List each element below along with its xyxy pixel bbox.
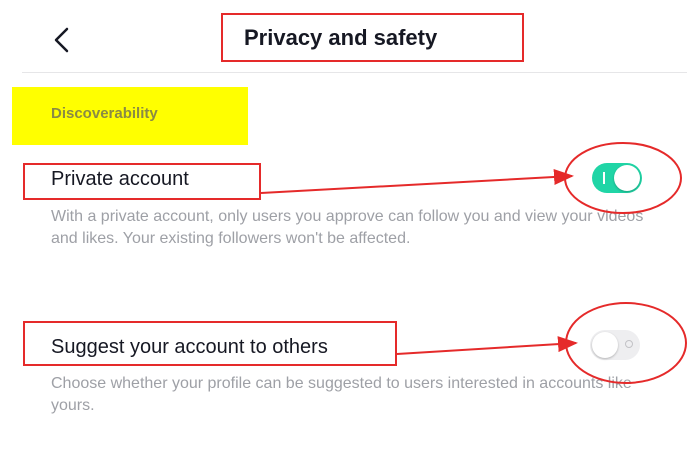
suggest-account-toggle[interactable] xyxy=(590,330,640,360)
toggle-knob xyxy=(614,165,640,191)
toggle-off-mark-icon xyxy=(625,340,633,348)
toggle-on-mark-icon xyxy=(603,172,605,184)
private-annotation-arrow xyxy=(260,168,574,194)
suggest-account-annotation-box xyxy=(23,321,397,366)
toggle-knob xyxy=(592,332,618,358)
suggest-account-description: Choose whether your profile can be sugge… xyxy=(51,375,632,414)
private-account-toggle[interactable] xyxy=(592,163,642,193)
suggest-annotation-arrow xyxy=(396,336,578,355)
chevron-left-icon xyxy=(54,27,69,53)
section-label-discoverability: Discoverability xyxy=(51,105,158,122)
private-account-description: With a private account, only users you a… xyxy=(51,208,644,247)
header-divider xyxy=(22,72,687,73)
private-account-annotation-box xyxy=(23,163,261,200)
back-button[interactable] xyxy=(40,18,84,62)
title-annotation-box xyxy=(221,13,524,62)
